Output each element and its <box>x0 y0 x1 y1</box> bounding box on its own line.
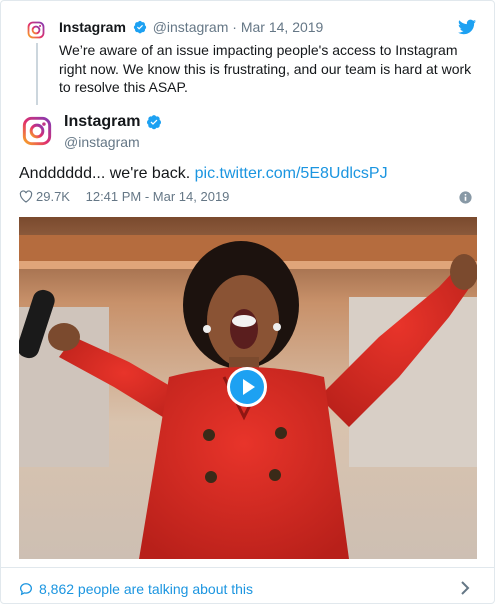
quoted-author-handle[interactable]: @instagram <box>153 19 229 35</box>
chevron-right-icon[interactable] <box>460 581 470 595</box>
play-icon[interactable] <box>227 367 267 407</box>
footer-divider <box>1 567 495 568</box>
info-icon[interactable] <box>459 191 472 204</box>
quoted-author-name[interactable]: Instagram <box>59 19 126 35</box>
conversation-link[interactable]: 8,862 people are talking about this <box>19 581 253 597</box>
tweet-meta: 29.7K 12:41 PM - Mar 14, 2019 <box>19 189 229 204</box>
author-handle[interactable]: @instagram <box>64 134 140 150</box>
author-name[interactable]: Instagram <box>64 113 140 131</box>
heart-icon <box>19 190 33 203</box>
thread-connector-line <box>36 43 38 105</box>
instagram-logo-avatar[interactable] <box>21 115 53 147</box>
speech-bubble-icon <box>19 583 33 596</box>
like-button[interactable]: 29.7K <box>19 189 74 204</box>
twitter-bird-icon[interactable] <box>458 19 476 35</box>
like-count: 29.7K <box>36 189 70 204</box>
separator-dot: · <box>232 19 237 35</box>
verified-badge-icon <box>147 115 161 130</box>
tweet-timestamp[interactable]: 12:41 PM - Mar 14, 2019 <box>86 189 230 204</box>
embedded-tweet-card: Instagram @instagram · Mar 14, 2019 We’r… <box>0 0 495 604</box>
video-thumbnail[interactable] <box>19 217 477 559</box>
quoted-tweet-text: We’re aware of an issue impacting people… <box>59 42 472 95</box>
tweet-body: Andddddd... we're back. <box>19 165 195 182</box>
media-link[interactable]: pic.twitter.com/5E8UdlcsPJ <box>195 165 388 182</box>
talking-count-text: 8,862 people are talking about this <box>39 581 254 597</box>
verified-badge-icon <box>133 20 146 34</box>
tweet-text: Andddddd... we're back. pic.twitter.com/… <box>19 165 388 183</box>
quoted-tweet-header: Instagram @instagram · Mar 14, 2019 <box>59 19 323 35</box>
instagram-logo-avatar-small[interactable] <box>27 21 45 39</box>
quoted-tweet-date[interactable]: Mar 14, 2019 <box>241 19 324 35</box>
